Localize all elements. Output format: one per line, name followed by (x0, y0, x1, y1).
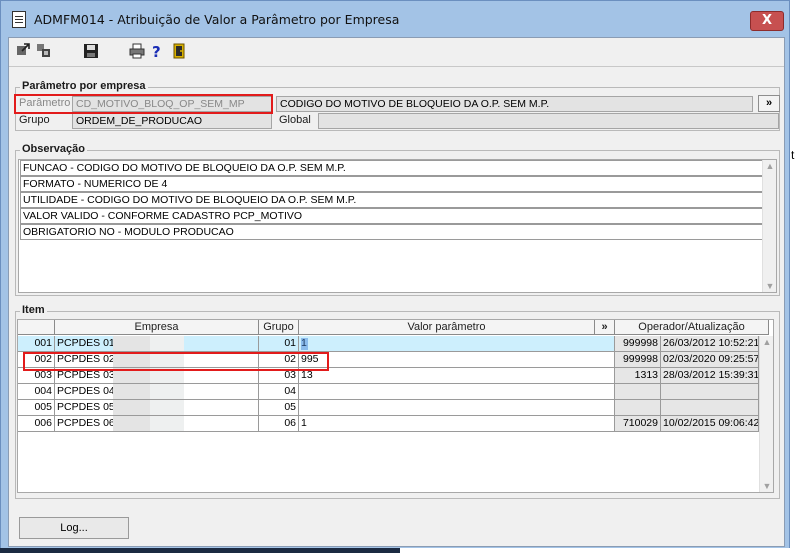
scroll-down-icon[interactable]: ▼ (760, 481, 774, 491)
item-scrollbar[interactable]: ▲ ▼ (759, 336, 773, 492)
cell-valor[interactable]: 995 (299, 352, 615, 368)
background-char: t (791, 148, 795, 162)
redacted-block (113, 352, 150, 367)
redacted-block (113, 400, 150, 415)
app-window: ADMFM014 - Atribuição de Valor a Parâmet… (0, 0, 790, 553)
valor-expand-button[interactable]: » (595, 320, 615, 335)
parametro-field[interactable]: CD_MOTIVO_BLOQ_OP_SEM_MP (72, 96, 272, 112)
observacao-line: UTILIDADE - CODIGO DO MOTIVO DE BLOQUEIO… (20, 192, 768, 208)
scroll-down-icon[interactable]: ▼ (763, 281, 777, 291)
cell-num: 004 (18, 384, 55, 400)
cell-valor[interactable] (299, 400, 615, 416)
cell-operador: 1313 (615, 368, 661, 384)
log-button[interactable]: Log... (19, 517, 129, 539)
observacao-scrollbar[interactable]: ▲ ▼ (762, 160, 776, 292)
document-icon (12, 11, 26, 28)
redacted-block (113, 384, 150, 399)
observacao-group: Observação FUNCAO - CODIGO DO MOTIVO DE … (15, 143, 780, 296)
cell-valor[interactable]: 13 (299, 368, 615, 384)
parametro-label: Parâmetro (19, 97, 71, 109)
svg-text:?: ? (152, 43, 161, 59)
scroll-up-icon[interactable]: ▲ (760, 337, 774, 347)
grupo-label: Grupo (19, 114, 50, 126)
observacao-line: VALOR VALIDO - CONFORME CADASTRO PCP_MOT… (20, 208, 768, 224)
redacted-block (113, 368, 150, 383)
scroll-up-icon[interactable]: ▲ (763, 161, 777, 171)
parametro-group: Parâmetro por empresa Parâmetro CD_MOTIV… (14, 80, 780, 131)
parametro-group-title: Parâmetro por empresa (20, 80, 148, 92)
redacted-block (150, 352, 184, 367)
redacted-block (150, 336, 184, 351)
text-cursor (301, 338, 308, 350)
print-icon[interactable] (129, 43, 145, 59)
client-area: ? Parâmetro por empresa Parâmetro CD_MOT… (8, 37, 785, 547)
global-field[interactable] (318, 113, 779, 129)
arrow-out-icon[interactable] (15, 43, 31, 59)
cell-num: 002 (18, 352, 55, 368)
save-icon[interactable] (83, 43, 99, 59)
observacao-line: FUNCAO - CODIGO DO MOTIVO DE BLOQUEIO DA… (20, 160, 768, 176)
observacao-line: OBRIGATORIO NO - MODULO PRODUCAO (20, 224, 768, 240)
header-grupo[interactable]: Grupo (259, 320, 299, 335)
cell-num: 003 (18, 368, 55, 384)
cell-operador (615, 400, 661, 416)
cell-data: 26/03/2012 10:52:21 (661, 336, 759, 352)
cell-grupo: 06 (259, 416, 299, 432)
redacted-block (150, 384, 184, 399)
observacao-line: FORMATO - NUMERICO DE 4 (20, 176, 768, 192)
help-icon[interactable]: ? (149, 43, 165, 59)
cell-grupo: 01 (259, 336, 299, 352)
window-title: ADMFM014 - Atribuição de Valor a Parâmet… (34, 12, 400, 27)
cell-num: 001 (18, 336, 55, 352)
cell-num: 005 (18, 400, 55, 416)
global-label: Global (279, 114, 311, 126)
cell-data (661, 400, 759, 416)
taskbar-strip (0, 548, 797, 553)
cell-data (661, 384, 759, 400)
cell-grupo: 05 (259, 400, 299, 416)
redacted-block (113, 416, 150, 431)
toolbar: ? (9, 38, 784, 68)
redacted-block (150, 416, 184, 431)
cell-data: 28/03/2012 15:39:31 (661, 368, 759, 384)
redacted-block (150, 400, 184, 415)
grupo-field[interactable]: ORDEM_DE_PRODUCAO (72, 113, 272, 129)
header-valor[interactable]: Valor parâmetro (299, 320, 595, 335)
redacted-block (150, 368, 184, 383)
cell-data: 10/02/2015 09:06:42 (661, 416, 759, 432)
cell-data: 02/03/2020 09:25:57 (661, 352, 759, 368)
cell-grupo: 04 (259, 384, 299, 400)
observacao-list[interactable]: FUNCAO - CODIGO DO MOTIVO DE BLOQUEIO DA… (18, 159, 777, 293)
cell-valor[interactable]: 1 (299, 336, 615, 352)
cell-operador: 999998 (615, 336, 661, 352)
item-group-title: Item (20, 304, 47, 316)
header-empresa[interactable]: Empresa (55, 320, 259, 335)
parametro-description-field[interactable]: CODIGO DO MOTIVO DE BLOQUEIO DA O.P. SEM… (276, 96, 753, 112)
observacao-group-title: Observação (20, 143, 87, 155)
close-button[interactable]: X (750, 11, 784, 31)
cell-grupo: 02 (259, 352, 299, 368)
redacted-block (113, 336, 150, 351)
cell-grupo: 03 (259, 368, 299, 384)
cell-valor[interactable]: 1 (299, 416, 615, 432)
header-num (18, 320, 55, 335)
header-operador[interactable]: Operador/Atualização (615, 320, 769, 335)
item-grid[interactable]: Empresa Grupo Valor parâmetro » Operador… (17, 319, 774, 493)
exit-door-icon[interactable] (171, 43, 187, 59)
cell-operador: 710029 (615, 416, 661, 432)
parametro-expand-button[interactable]: » (758, 95, 780, 112)
cell-valor[interactable] (299, 384, 615, 400)
toolbar-separator (9, 66, 784, 67)
window-tile-icon[interactable] (36, 43, 52, 59)
cell-operador (615, 384, 661, 400)
title-bar[interactable]: ADMFM014 - Atribuição de Valor a Parâmet… (1, 1, 789, 37)
cell-num: 006 (18, 416, 55, 432)
cell-operador: 999998 (615, 352, 661, 368)
